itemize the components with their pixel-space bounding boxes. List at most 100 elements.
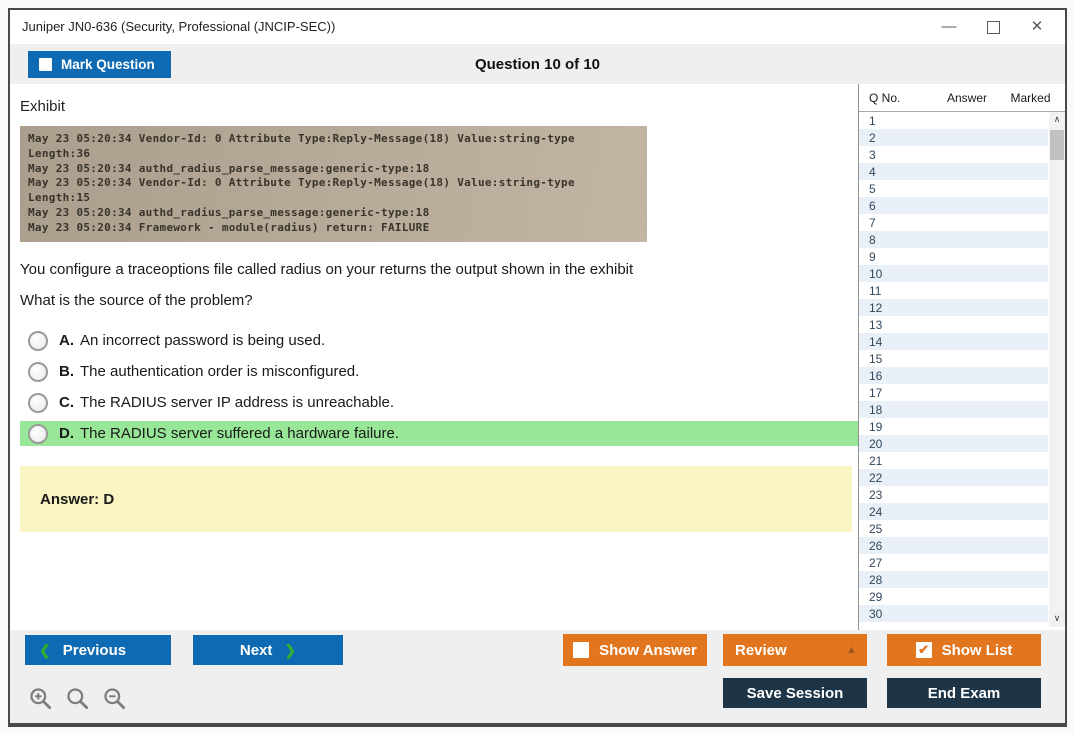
question-list-row[interactable]: 17	[859, 384, 1048, 401]
question-list-row[interactable]: 21	[859, 452, 1048, 469]
question-list-row[interactable]: 23	[859, 486, 1048, 503]
zoom-in-icon[interactable]	[28, 686, 54, 712]
question-list-row[interactable]: 27	[859, 554, 1048, 571]
minimize-button[interactable]: —	[927, 10, 971, 44]
previous-label: Previous	[63, 642, 126, 659]
question-list-row[interactable]: 24	[859, 503, 1048, 520]
question-text-line2: What is the source of the problem?	[20, 292, 253, 309]
exhibit-image: May 23 05:20:34 Vendor-Id: 0 Attribute T…	[20, 126, 647, 242]
question-list-row[interactable]: 10	[859, 265, 1048, 282]
question-list-row[interactable]: 8	[859, 231, 1048, 248]
question-list-header: Q No. Answer Marked	[859, 84, 1065, 112]
question-list-row[interactable]: 19	[859, 418, 1048, 435]
radio-button[interactable]	[28, 331, 48, 351]
option-text: The RADIUS server IP address is unreacha…	[80, 394, 394, 411]
radio-button[interactable]	[28, 362, 48, 382]
zoom-controls	[28, 686, 128, 712]
question-list-row[interactable]: 13	[859, 316, 1048, 333]
question-counter: Question 10 of 10	[10, 56, 1065, 73]
question-list-row[interactable]: 9	[859, 248, 1048, 265]
question-list-row[interactable]: 1	[859, 112, 1048, 129]
question-list-row[interactable]: 6	[859, 197, 1048, 214]
column-answer: Answer	[931, 91, 1003, 105]
scrollbar-thumb[interactable]	[1050, 130, 1064, 160]
option-row-A[interactable]: A. An incorrect password is being used.	[20, 328, 860, 353]
show-list-label: Show List	[942, 642, 1013, 659]
review-label: Review	[735, 642, 787, 659]
option-letter: B.	[59, 363, 74, 380]
window-title: Juniper JN0-636 (Security, Professional …	[22, 19, 335, 34]
title-bar: Juniper JN0-636 (Security, Professional …	[10, 10, 1065, 44]
exhibit-label: Exhibit	[20, 98, 65, 115]
previous-button[interactable]: ❮ Previous	[25, 635, 171, 665]
maximize-button[interactable]	[971, 10, 1015, 44]
question-list-row[interactable]: 7	[859, 214, 1048, 231]
question-list-row[interactable]: 15	[859, 350, 1048, 367]
scroll-down-icon[interactable]: ∨	[1049, 611, 1065, 627]
exhibit-log-line: Length:36	[28, 147, 639, 162]
question-list: 1234567891011121314151617181920212223242…	[859, 112, 1048, 622]
option-row-B[interactable]: B. The authentication order is misconfigu…	[20, 359, 860, 384]
question-list-row[interactable]: 5	[859, 180, 1048, 197]
option-text: An incorrect password is being used.	[80, 332, 325, 349]
option-text: The authentication order is misconfigure…	[80, 363, 359, 380]
triangle-up-icon: ▲	[846, 644, 867, 656]
question-list-row[interactable]: 28	[859, 571, 1048, 588]
question-list-panel: Q No. Answer Marked 12345678910111213141…	[858, 84, 1065, 630]
question-list-row[interactable]: 3	[859, 146, 1048, 163]
close-button[interactable]: ✕	[1015, 10, 1059, 44]
end-exam-button[interactable]: End Exam	[887, 678, 1041, 708]
show-answer-checkbox[interactable]	[573, 642, 589, 658]
zoom-reset-icon[interactable]	[65, 686, 91, 712]
answer-box: Answer: D	[20, 466, 852, 532]
exhibit-log-line: May 23 05:20:34 Framework - module(radiu…	[28, 221, 639, 236]
save-session-button[interactable]: Save Session	[723, 678, 867, 708]
next-label: Next	[240, 642, 273, 659]
question-list-row[interactable]: 25	[859, 520, 1048, 537]
question-list-scrollbar[interactable]: ∧ ∨	[1049, 112, 1065, 627]
show-list-checkbox[interactable]: ✔	[916, 642, 932, 658]
answer-text: Answer: D	[40, 491, 114, 508]
options-list: A. An incorrect password is being used. B.…	[20, 328, 860, 452]
question-list-row[interactable]: 4	[859, 163, 1048, 180]
question-list-row[interactable]: 12	[859, 299, 1048, 316]
show-answer-label: Show Answer	[599, 642, 697, 659]
option-row-C[interactable]: C. The RADIUS server IP address is unreac…	[20, 390, 860, 415]
question-list-row[interactable]: 18	[859, 401, 1048, 418]
zoom-out-icon[interactable]	[102, 686, 128, 712]
radio-button[interactable]	[28, 424, 48, 444]
maximize-icon	[987, 21, 1000, 34]
exhibit-log-line: May 23 05:20:34 Vendor-Id: 0 Attribute T…	[28, 176, 639, 191]
question-list-row[interactable]: 22	[859, 469, 1048, 486]
review-dropdown[interactable]: Review ▲	[723, 634, 867, 666]
question-list-row[interactable]: 14	[859, 333, 1048, 350]
column-qno: Q No.	[859, 91, 931, 105]
show-answer-button[interactable]: Show Answer	[563, 634, 707, 666]
exhibit-log-line: Length:15	[28, 191, 639, 206]
question-list-row[interactable]: 26	[859, 537, 1048, 554]
question-list-row[interactable]: 29	[859, 588, 1048, 605]
exhibit-log-line: May 23 05:20:34 authd_radius_parse_messa…	[28, 162, 639, 177]
scroll-up-icon[interactable]: ∧	[1049, 112, 1065, 128]
option-text: The RADIUS server suffered a hardware fa…	[80, 425, 399, 442]
exam-window: Juniper JN0-636 (Security, Professional …	[8, 8, 1067, 727]
question-list-row[interactable]: 11	[859, 282, 1048, 299]
question-list-row[interactable]: 20	[859, 435, 1048, 452]
option-row-D[interactable]: D. The RADIUS server suffered a hardware …	[20, 421, 860, 446]
next-button[interactable]: Next ❯	[193, 635, 343, 665]
exhibit-log-line: May 23 05:20:34 Vendor-Id: 0 Attribute T…	[28, 132, 639, 147]
question-list-row[interactable]: 16	[859, 367, 1048, 384]
radio-button[interactable]	[28, 393, 48, 413]
question-list-row[interactable]: 2	[859, 129, 1048, 146]
option-letter: D.	[59, 425, 74, 442]
show-list-button[interactable]: ✔ Show List	[887, 634, 1041, 666]
column-marked: Marked	[1003, 91, 1058, 105]
question-text-line1: You configure a traceoptions file called…	[20, 261, 633, 278]
option-letter: A.	[59, 332, 74, 349]
exhibit-log-line: May 23 05:20:34 authd_radius_parse_messa…	[28, 206, 639, 221]
option-letter: C.	[59, 394, 74, 411]
question-list-row[interactable]: 30	[859, 605, 1048, 622]
save-session-label: Save Session	[747, 685, 844, 702]
end-exam-label: End Exam	[928, 685, 1001, 702]
chevron-left-icon: ❮	[39, 642, 51, 659]
